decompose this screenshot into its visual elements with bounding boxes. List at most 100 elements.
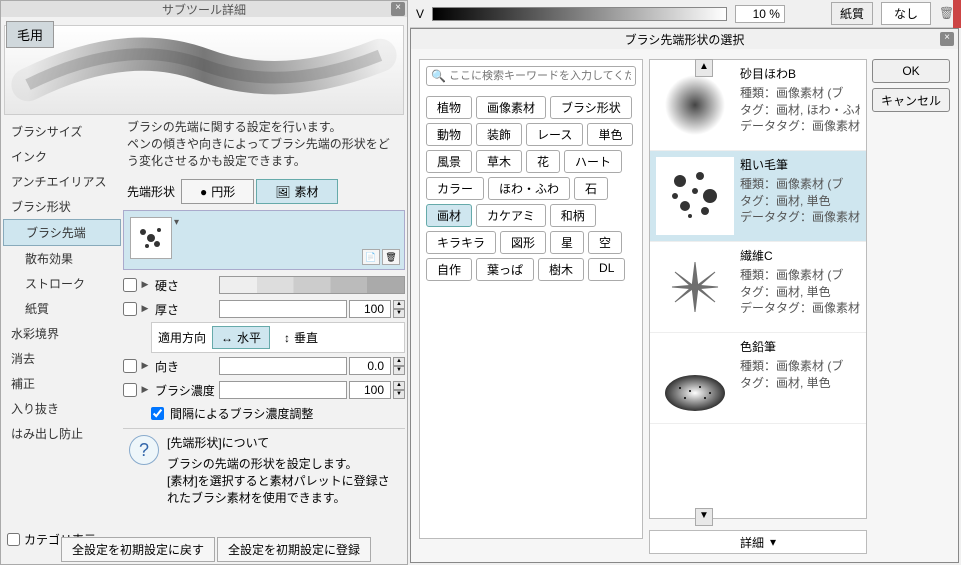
tip-material-button[interactable]: 🖼素材 xyxy=(256,179,337,204)
material-datatag: データタグ：画像素材 xyxy=(740,118,860,135)
trash-icon[interactable]: 🗑 xyxy=(382,249,400,265)
sidebar-item-12[interactable]: はみ出し防止 xyxy=(3,421,121,446)
detail-toggle[interactable]: 詳細 ▾ xyxy=(649,530,867,554)
close-icon[interactable]: × xyxy=(940,32,954,46)
tip-circle-button[interactable]: ●円形 xyxy=(181,179,254,204)
sidebar-item-0[interactable]: ブラシサイズ xyxy=(3,119,121,144)
hardness-slider[interactable] xyxy=(219,276,405,294)
up-arrow-icon[interactable]: ▲ xyxy=(393,381,405,390)
tag-画材[interactable]: 画材 xyxy=(426,204,472,227)
tag-DL[interactable]: DL xyxy=(588,258,625,281)
material-name: 砂目ほわB xyxy=(740,66,860,83)
sidebar-item-5[interactable]: 散布効果 xyxy=(3,246,121,271)
up-arrow-icon[interactable]: ▲ xyxy=(393,300,405,309)
angle-value[interactable]: 0.0 xyxy=(349,357,391,375)
tag-植物[interactable]: 植物 xyxy=(426,96,472,119)
tag-ほわ・ふわ[interactable]: ほわ・ふわ xyxy=(488,177,570,200)
tag-星[interactable]: 星 xyxy=(550,231,584,254)
tag-カラー[interactable]: カラー xyxy=(426,177,484,200)
tag-単色[interactable]: 単色 xyxy=(587,123,633,146)
value-gradient[interactable] xyxy=(432,7,727,21)
sidebar-item-10[interactable]: 補正 xyxy=(3,371,121,396)
hardness-check[interactable] xyxy=(123,278,137,292)
register-button[interactable]: 全設定を初期設定に登録 xyxy=(217,537,371,562)
tag-動物[interactable]: 動物 xyxy=(426,123,472,146)
tag-キラキラ[interactable]: キラキラ xyxy=(426,231,496,254)
tag-カケアミ[interactable]: カケアミ xyxy=(476,204,546,227)
down-arrow-icon[interactable]: ▼ xyxy=(393,309,405,318)
search-field[interactable]: 🔍 xyxy=(426,66,636,86)
material-thumb xyxy=(656,157,734,235)
material-list[interactable]: 砂目ほわB種類：画像素材 (ブタグ：画材, ほわ・ふわデータタグ：画像素材粗い毛… xyxy=(649,59,867,519)
category-checkbox[interactable] xyxy=(7,533,20,546)
material-item[interactable]: 繊維C種類：画像素材 (ブタグ：画材, 単色データタグ：画像素材 xyxy=(650,242,866,333)
scroll-down-icon[interactable]: ▼ xyxy=(695,508,713,526)
reset-button[interactable]: 全設定を初期設定に戻す xyxy=(61,537,215,562)
tag-図形[interactable]: 図形 xyxy=(500,231,546,254)
cancel-button[interactable]: キャンセル xyxy=(872,88,950,112)
angle-check[interactable] xyxy=(123,359,137,373)
tag-石[interactable]: 石 xyxy=(574,177,608,200)
down-arrow-icon[interactable]: ▼ xyxy=(393,366,405,375)
tag-樹木[interactable]: 樹木 xyxy=(538,258,584,281)
material-item[interactable]: 砂目ほわB種類：画像素材 (ブタグ：画材, ほわ・ふわデータタグ：画像素材 xyxy=(650,60,866,151)
material-datatag: データタグ：画像素材 xyxy=(740,209,860,226)
scroll-up-icon[interactable]: ▲ xyxy=(695,59,713,77)
expand-icon[interactable]: ▶ xyxy=(139,384,151,396)
sidebar-item-9[interactable]: 消去 xyxy=(3,346,121,371)
tag-list: 植物画像素材ブラシ形状動物装飾レース単色風景草木花ハートカラーほわ・ふわ石画材カ… xyxy=(426,96,636,281)
paper-none-button[interactable]: なし xyxy=(881,2,931,25)
sidebar-item-7[interactable]: 紙質 xyxy=(3,296,121,321)
brush-tip-select-dialog: ブラシ先端形状の選択 × 🔍 植物画像素材ブラシ形状動物装飾レース単色風景草木花… xyxy=(410,28,959,563)
sidebar-item-1[interactable]: インク xyxy=(3,144,121,169)
expand-icon[interactable]: ▶ xyxy=(139,360,151,372)
expand-icon[interactable]: ▶ xyxy=(139,279,151,291)
percent-field[interactable]: 10 % xyxy=(735,5,785,23)
thickness-value[interactable]: 100 xyxy=(349,300,391,318)
thickness-slider[interactable] xyxy=(219,300,347,318)
tag-自作[interactable]: 自作 xyxy=(426,258,472,281)
circle-icon: ● xyxy=(200,185,207,199)
vertical-button[interactable]: ↕垂直 xyxy=(276,327,326,348)
close-icon[interactable]: × xyxy=(391,2,405,16)
up-arrow-icon[interactable]: ▲ xyxy=(393,357,405,366)
gear-icon[interactable]: ▾ xyxy=(174,217,179,228)
tag-花[interactable]: 花 xyxy=(526,150,560,173)
expand-icon[interactable]: ▶ xyxy=(139,303,151,315)
material-name: 粗い毛筆 xyxy=(740,157,860,174)
panel-title: サブツール詳細 × xyxy=(1,1,407,17)
density-check[interactable] xyxy=(123,383,137,397)
interval-label: 間隔によるブラシ濃度調整 xyxy=(170,405,313,422)
sidebar-item-4[interactable]: ブラシ先端 xyxy=(3,219,121,246)
tag-空[interactable]: 空 xyxy=(588,231,622,254)
sidebar-item-11[interactable]: 入り抜き xyxy=(3,396,121,421)
tag-画像素材[interactable]: 画像素材 xyxy=(476,96,546,119)
angle-label: 向き xyxy=(153,358,217,375)
search-input[interactable] xyxy=(449,70,631,82)
horizontal-button[interactable]: ↔水平 xyxy=(212,326,270,349)
angle-slider[interactable] xyxy=(219,357,347,375)
note-icon[interactable]: 📄 xyxy=(362,249,380,265)
tag-葉っぱ[interactable]: 葉っぱ xyxy=(476,258,534,281)
density-value[interactable]: 100 xyxy=(349,381,391,399)
density-slider[interactable] xyxy=(219,381,347,399)
material-item[interactable]: 粗い毛筆種類：画像素材 (ブタグ：画材, 単色データタグ：画像素材 xyxy=(650,151,866,242)
tip-thumbnail[interactable] xyxy=(130,217,172,259)
tag-和柄[interactable]: 和柄 xyxy=(550,204,596,227)
sidebar-item-8[interactable]: 水彩境界 xyxy=(3,321,121,346)
down-arrow-icon[interactable]: ▼ xyxy=(393,390,405,399)
tag-ハート[interactable]: ハート xyxy=(564,150,622,173)
tag-ブラシ形状[interactable]: ブラシ形状 xyxy=(550,96,632,119)
ok-button[interactable]: OK xyxy=(872,59,950,83)
sidebar-item-6[interactable]: ストローク xyxy=(3,271,121,296)
tag-風景[interactable]: 風景 xyxy=(426,150,472,173)
interval-check[interactable] xyxy=(151,407,164,420)
tag-装飾[interactable]: 装飾 xyxy=(476,123,522,146)
material-item[interactable]: 色鉛筆種類：画像素材 (ブタグ：画材, 単色 xyxy=(650,333,866,424)
sidebar-item-3[interactable]: ブラシ形状 xyxy=(3,194,121,219)
thickness-check[interactable] xyxy=(123,302,137,316)
tag-草木[interactable]: 草木 xyxy=(476,150,522,173)
tag-レース[interactable]: レース xyxy=(526,123,583,146)
sidebar-item-2[interactable]: アンチエイリアス xyxy=(3,169,121,194)
vert-label: 垂直 xyxy=(294,329,318,346)
